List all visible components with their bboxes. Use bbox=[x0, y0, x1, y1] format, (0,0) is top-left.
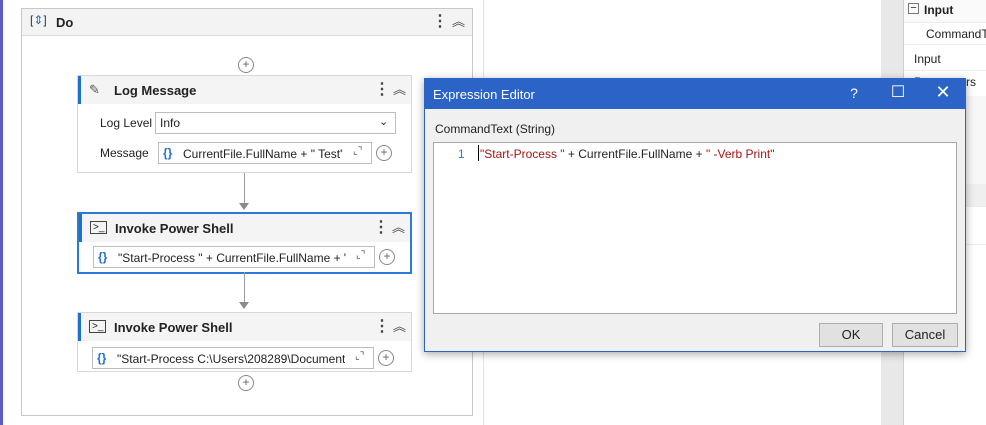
command-add-icon-2[interactable]: + bbox=[378, 350, 394, 366]
code-expression: + CurrentFile.FullName + bbox=[564, 147, 706, 161]
terminal-icon: >_ bbox=[89, 320, 107, 333]
command-expression-field-1[interactable]: {} "Start-Process " + CurrentFile.FullNa… bbox=[93, 246, 375, 268]
connector-line bbox=[244, 173, 245, 203]
do-sequence-header[interactable]: [⇕] Do ⋮ ︽ bbox=[22, 9, 472, 36]
log-message-title: Log Message bbox=[114, 83, 197, 98]
designer-canvas: [⇕] Do ⋮ ︽ + ✎ Log Message ⋮ ︽ Log Level… bbox=[3, 0, 483, 425]
property-name: CommandT bbox=[926, 27, 986, 41]
command-value-2: "Start-Process C:\Users\208289\Document: bbox=[117, 352, 345, 366]
field-type-label: CommandText (String) bbox=[435, 122, 556, 136]
expression-braces-icon: {} bbox=[163, 146, 173, 160]
ok-button[interactable]: OK bbox=[819, 323, 883, 347]
properties-section-input[interactable]: − Input bbox=[904, 0, 986, 23]
log-level-select[interactable]: Info ⌄ bbox=[155, 112, 396, 134]
command-expression-field-2[interactable]: {} "Start-Process C:\Users\208289\Docume… bbox=[92, 347, 374, 369]
log-message-more-icon[interactable]: ⋮ bbox=[374, 82, 390, 98]
message-value: CurrentFile.FullName + " Test" bbox=[183, 147, 343, 161]
invoke-powershell-1-header[interactable]: >_ Invoke Power Shell ⋮ ︽ bbox=[79, 214, 410, 242]
invoke-powershell-2-title: Invoke Power Shell bbox=[114, 320, 233, 335]
message-add-icon[interactable]: + bbox=[376, 145, 392, 161]
expression-editor-dialog: Expression Editor ? ☐ ✕ CommandText (Str… bbox=[424, 78, 966, 352]
invoke-powershell-activity-1[interactable]: >_ Invoke Power Shell ⋮ ︽ {} "Start-Proc… bbox=[77, 212, 412, 274]
expand-editor-icon[interactable]: ⌞⌝ bbox=[353, 146, 362, 157]
do-collapse-icon[interactable]: ︽ bbox=[452, 14, 465, 30]
line-number: 1 bbox=[458, 147, 465, 161]
invoke-powershell-1-title: Invoke Power Shell bbox=[115, 221, 234, 236]
message-expression-field[interactable]: {} CurrentFile.FullName + " Test" ⌞⌝ bbox=[158, 142, 372, 164]
invoke-powershell-2-collapse-icon[interactable]: ︽ bbox=[393, 319, 406, 335]
expression-code-editor[interactable]: 1 "Start-Process " + CurrentFile.FullNam… bbox=[433, 142, 957, 314]
property-name: Input bbox=[914, 52, 941, 66]
invoke-powershell-2-more-icon[interactable]: ⋮ bbox=[374, 319, 390, 335]
help-button[interactable]: ? bbox=[839, 85, 869, 101]
connector-line bbox=[244, 272, 245, 302]
log-level-value: Info bbox=[160, 116, 181, 130]
invoke-powershell-activity-2[interactable]: >_ Invoke Power Shell ⋮ ︽ {} "Start-Proc… bbox=[77, 312, 412, 372]
log-level-label: Log Level bbox=[100, 116, 153, 130]
expression-braces-icon: {} bbox=[97, 351, 107, 365]
add-activity-top-icon[interactable]: + bbox=[238, 57, 254, 73]
command-value-1: "Start-Process " + CurrentFile.FullName … bbox=[118, 251, 346, 265]
log-message-header[interactable]: ✎ Log Message ⋮ ︽ bbox=[78, 76, 411, 104]
properties-section-title: Input bbox=[924, 3, 954, 17]
property-row[interactable]: Input bbox=[904, 48, 986, 71]
connector-arrow-icon bbox=[239, 302, 249, 309]
dialog-title-bar[interactable]: Expression Editor ? ☐ ✕ bbox=[425, 79, 965, 109]
invoke-powershell-2-header[interactable]: >_ Invoke Power Shell ⋮ ︽ bbox=[78, 313, 411, 341]
property-row[interactable]: CommandT bbox=[904, 22, 986, 45]
terminal-icon: >_ bbox=[90, 221, 108, 234]
collapse-section-icon[interactable]: − bbox=[908, 3, 919, 14]
code-string-literal: "Start-Process " bbox=[480, 147, 565, 161]
log-message-collapse-icon[interactable]: ︽ bbox=[393, 82, 406, 98]
do-sequence[interactable]: [⇕] Do ⋮ ︽ + ✎ Log Message ⋮ ︽ Log Level… bbox=[21, 8, 473, 416]
do-sequence-title: Do bbox=[56, 15, 74, 30]
add-activity-bottom-icon[interactable]: + bbox=[238, 375, 254, 391]
dialog-title: Expression Editor bbox=[433, 87, 535, 102]
close-icon[interactable]: ✕ bbox=[928, 82, 958, 103]
log-message-icon: ✎ bbox=[89, 82, 100, 97]
expand-editor-icon[interactable]: ⌞⌝ bbox=[356, 250, 365, 261]
message-label: Message bbox=[100, 146, 149, 160]
invoke-powershell-1-more-icon[interactable]: ⋮ bbox=[373, 220, 389, 236]
expression-braces-icon: {} bbox=[98, 250, 108, 264]
cancel-button[interactable]: Cancel bbox=[892, 323, 958, 347]
log-message-activity[interactable]: ✎ Log Message ⋮ ︽ Log Level Info ⌄ Messa… bbox=[77, 75, 412, 173]
connector-arrow-icon bbox=[239, 203, 249, 210]
text-cursor bbox=[478, 145, 479, 161]
do-more-options-icon[interactable]: ⋮ bbox=[432, 14, 448, 30]
command-add-icon-1[interactable]: + bbox=[379, 249, 395, 265]
invoke-powershell-1-collapse-icon[interactable]: ︽ bbox=[392, 220, 405, 236]
chevron-down-icon: ⌄ bbox=[379, 116, 389, 128]
expand-editor-icon[interactable]: ⌞⌝ bbox=[355, 351, 364, 362]
sequence-icon: [⇕] bbox=[30, 13, 47, 27]
code-string-literal: " -Verb Print" bbox=[705, 147, 775, 161]
code-line[interactable]: "Start-Process " + CurrentFile.FullName … bbox=[480, 147, 774, 161]
maximize-icon[interactable]: ☐ bbox=[883, 82, 913, 102]
